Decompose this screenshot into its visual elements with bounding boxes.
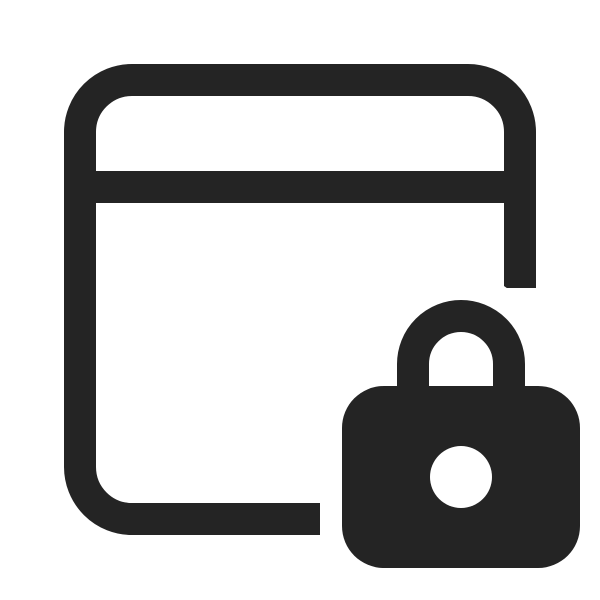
window-lock-icon [64,64,596,600]
lock-keyhole [430,446,492,508]
lock-icon [326,272,596,600]
icon-canvas [0,0,600,600]
